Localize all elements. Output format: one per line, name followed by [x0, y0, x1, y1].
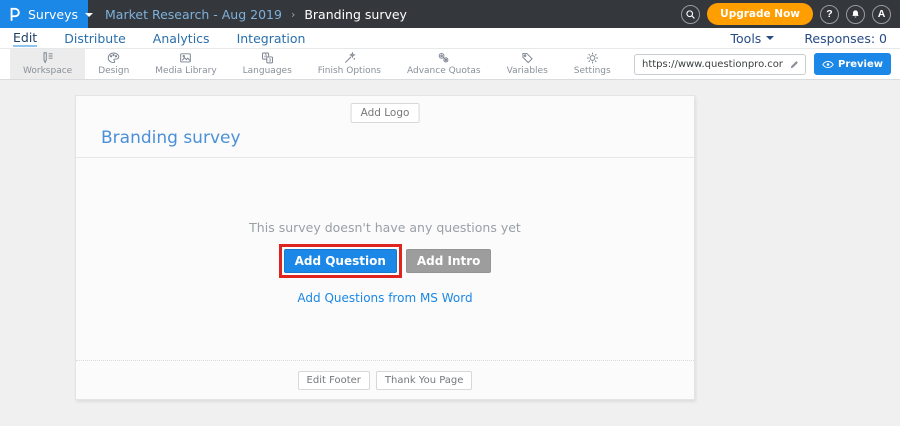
top-bar: Surveys Market Research - Aug 2019 › Bra…: [0, 0, 900, 28]
content-area: Add Logo Branding survey This survey doe…: [0, 80, 900, 426]
gear-icon: [585, 51, 600, 65]
tools-menu[interactable]: Tools: [731, 31, 775, 46]
notifications-button[interactable]: [846, 5, 865, 24]
toolbar-item-label: Workspace: [23, 66, 72, 76]
svg-text:a: a: [268, 59, 271, 64]
survey-card-footer: Edit Footer Thank You Page: [76, 360, 694, 399]
tag-icon: [520, 51, 535, 65]
toolbar-item-variables[interactable]: Variables: [494, 49, 561, 79]
pencil-icon: [789, 59, 800, 70]
add-questions-from-ms-word-link[interactable]: Add Questions from MS Word: [297, 291, 472, 305]
breadcrumb-parent[interactable]: Market Research - Aug 2019: [105, 7, 282, 22]
survey-url-input[interactable]: [635, 59, 785, 70]
main-nav: Edit Distribute Analytics Integration To…: [0, 28, 900, 49]
preview-button-label: Preview: [838, 59, 883, 70]
workspace-icon: [40, 51, 55, 65]
red-annotation-box: Add Question: [279, 244, 402, 278]
breadcrumb-current: Branding survey: [304, 7, 407, 22]
upgrade-now-button[interactable]: Upgrade Now: [707, 3, 813, 25]
tab-analytics[interactable]: Analytics: [153, 31, 210, 46]
surveys-menu[interactable]: Surveys: [0, 0, 88, 28]
breadcrumb-separator: ›: [291, 8, 295, 21]
edit-url-button[interactable]: [785, 55, 805, 74]
design-palette-icon: [106, 51, 121, 65]
tab-edit[interactable]: Edit: [13, 30, 37, 47]
toolbar-item-label: Media Library: [155, 66, 216, 76]
add-logo-button[interactable]: Add Logo: [351, 103, 420, 123]
search-icon: [685, 9, 696, 20]
toolbar-item-label: Variables: [507, 66, 548, 76]
survey-card-header: Add Logo Branding survey: [76, 96, 694, 158]
media-library-icon: [178, 51, 193, 65]
surveys-menu-label: Surveys: [28, 7, 78, 22]
toolbar-item-finish-options[interactable]: Finish Options: [305, 49, 394, 79]
edit-toolbar: Workspace Design Media Library Aa Langua…: [0, 49, 900, 80]
preview-button[interactable]: Preview: [814, 53, 891, 75]
magic-wand-icon: [342, 51, 357, 65]
toolbar-item-label: Advance Quotas: [407, 66, 481, 76]
tab-distribute[interactable]: Distribute: [64, 31, 126, 46]
empty-state-message: This survey doesn't have any questions y…: [249, 220, 521, 235]
survey-url-box: [634, 54, 806, 75]
toolbar-item-workspace[interactable]: Workspace: [10, 49, 85, 79]
toolbar-item-settings[interactable]: Settings: [561, 49, 624, 79]
survey-title[interactable]: Branding survey: [101, 128, 241, 148]
toolbar-item-advance-quotas[interactable]: Advance Quotas: [394, 49, 494, 79]
toolbar-item-languages[interactable]: Aa Languages: [230, 49, 305, 79]
toolbar-item-label: Languages: [243, 66, 292, 76]
toolbar-item-label: Design: [98, 66, 129, 76]
questionpro-logo: [9, 7, 21, 21]
quotas-gears-icon: [436, 51, 451, 65]
question-actions-row: Add Question Add Intro: [279, 244, 492, 278]
topbar-actions: Upgrade Now ? A: [681, 3, 900, 25]
thank-you-page-button[interactable]: Thank You Page: [376, 371, 473, 390]
toolbar-item-label: Settings: [574, 66, 611, 76]
nav-right: Tools Responses: 0: [731, 31, 887, 46]
toolbar-item-design[interactable]: Design: [85, 49, 142, 79]
avatar[interactable]: A: [872, 5, 891, 24]
survey-card: Add Logo Branding survey This survey doe…: [75, 95, 695, 400]
breadcrumb: Market Research - Aug 2019 › Branding su…: [105, 7, 407, 22]
search-button[interactable]: [681, 5, 700, 24]
responses-count: Responses: 0: [804, 31, 887, 46]
edit-footer-button[interactable]: Edit Footer: [298, 371, 370, 390]
caret-down-icon: [766, 36, 774, 40]
languages-icon: Aa: [260, 51, 275, 65]
add-intro-button[interactable]: Add Intro: [406, 249, 492, 273]
add-question-button[interactable]: Add Question: [284, 249, 397, 273]
toolbar-item-media-library[interactable]: Media Library: [142, 49, 229, 79]
caret-down-icon: [85, 13, 93, 17]
toolbar-right: Preview: [634, 49, 900, 79]
eye-icon: [822, 60, 834, 69]
bell-icon: [850, 9, 861, 20]
survey-card-body: This survey doesn't have any questions y…: [76, 158, 694, 360]
toolbar-item-label: Finish Options: [318, 66, 381, 76]
tools-menu-label: Tools: [731, 31, 762, 46]
help-button[interactable]: ?: [820, 5, 839, 24]
tab-integration[interactable]: Integration: [237, 31, 306, 46]
